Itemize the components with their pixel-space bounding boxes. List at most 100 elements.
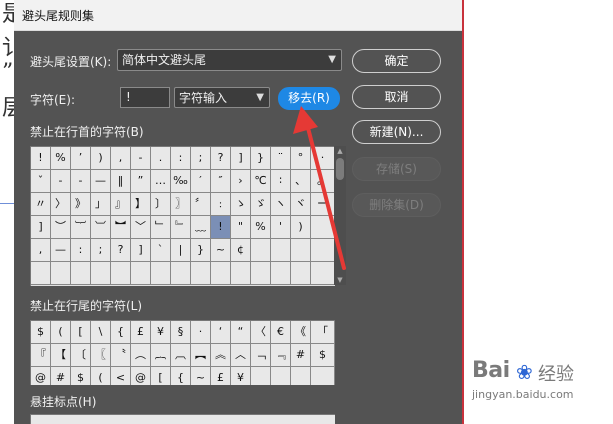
char-cell[interactable]: 。 — [311, 170, 335, 193]
char-cell[interactable]: [ — [151, 367, 171, 385]
char-cell[interactable]: ¥ — [151, 321, 171, 344]
char-cell[interactable]: 〖 — [91, 344, 111, 367]
char-cell[interactable]: ~ — [211, 239, 231, 262]
char-cell[interactable] — [271, 262, 291, 285]
char-cell[interactable]: - — [51, 170, 71, 193]
char-cell[interactable]: ; — [191, 147, 211, 170]
char-cell[interactable] — [311, 216, 335, 239]
char-cell[interactable]: - — [131, 147, 151, 170]
char-cell[interactable]: | — [171, 239, 191, 262]
char-cell[interactable]: ( — [91, 367, 111, 385]
char-cell[interactable]: ‰ — [171, 170, 191, 193]
char-cell[interactable]: “ — [231, 321, 251, 344]
char-cell[interactable]: ﹕ — [211, 193, 231, 216]
char-cell[interactable]: ︺ — [91, 216, 111, 239]
char-cell[interactable]: : — [171, 147, 191, 170]
char-cell[interactable]: ) — [91, 147, 111, 170]
char-cell[interactable]: £ — [211, 367, 231, 385]
char-cell[interactable] — [251, 262, 271, 285]
char-cell[interactable]: 、 — [291, 170, 311, 193]
char-cell[interactable] — [71, 262, 91, 285]
char-cell[interactable]: · — [311, 147, 335, 170]
char-cell[interactable]: 〈 — [251, 321, 271, 344]
cancel-button[interactable]: 取消 — [352, 85, 441, 109]
char-cell[interactable]: 〃 — [31, 193, 51, 216]
char-cell[interactable]: ﹏ — [191, 216, 211, 239]
char-cell[interactable]: ″ — [211, 170, 231, 193]
char-cell[interactable]: ︶ — [51, 216, 71, 239]
char-cell[interactable]: ﹁ — [251, 344, 271, 367]
char-cell[interactable] — [311, 367, 335, 385]
char-cell[interactable]: ' — [271, 216, 291, 239]
char-cell[interactable]: ℃ — [251, 170, 271, 193]
char-cell[interactable]: , — [111, 147, 131, 170]
char-cell[interactable]: 〗 — [171, 193, 191, 216]
char-cell[interactable] — [271, 239, 291, 262]
char-cell[interactable]: ー — [311, 193, 335, 216]
char-cell[interactable]: # — [291, 344, 311, 367]
char-cell[interactable]: ¨ — [271, 147, 291, 170]
char-cell[interactable]: › — [231, 170, 251, 193]
char-cell[interactable]: " — [231, 216, 251, 239]
char-cell[interactable]: , — [31, 239, 51, 262]
char-cell[interactable]: - — [71, 170, 91, 193]
not-end-grid[interactable]: $([\{£ ¥ § · ‘“〈 € 《「『【〔〖〝 ︵ ︷ ︹ ︻ ︽ ︿ ﹁ ﹃ # $ @ # $(< @[{~ £… — [30, 320, 335, 385]
ok-button[interactable]: 确定 — [352, 49, 441, 73]
char-cell[interactable]: ∶ — [271, 170, 291, 193]
char-cell[interactable]: ゝ — [231, 193, 251, 216]
char-cell[interactable] — [51, 262, 71, 285]
char-cell[interactable]: ゞ — [251, 193, 271, 216]
char-cell[interactable] — [131, 262, 151, 285]
char-cell[interactable]: ! — [211, 216, 231, 239]
hanging-grid[interactable] — [30, 414, 335, 424]
char-cell[interactable]: @ — [31, 367, 51, 385]
char-cell[interactable] — [31, 262, 51, 285]
char-cell[interactable]: ︹ — [171, 344, 191, 367]
char-cell[interactable] — [231, 262, 251, 285]
char-cell[interactable] — [91, 262, 111, 285]
char-cell[interactable] — [191, 262, 211, 285]
char-cell[interactable]: % — [51, 147, 71, 170]
char-cell[interactable]: ’ — [71, 147, 91, 170]
char-cell[interactable]: ︿ — [231, 344, 251, 367]
char-cell[interactable] — [291, 262, 311, 285]
char-cell[interactable]: ] — [31, 216, 51, 239]
input-mode-select[interactable]: 字符输入 ▼ — [174, 87, 270, 108]
char-cell[interactable]: 〉 — [51, 193, 71, 216]
char-cell[interactable]: : — [71, 239, 91, 262]
char-cell[interactable]: 》 — [71, 193, 91, 216]
char-cell[interactable]: < — [111, 367, 131, 385]
char-cell[interactable]: ) — [291, 216, 311, 239]
char-cell[interactable]: ヽ — [271, 193, 291, 216]
char-cell[interactable]: \ — [91, 321, 111, 344]
char-cell[interactable] — [251, 239, 271, 262]
char-input[interactable]: ! — [120, 87, 170, 108]
char-cell[interactable]: ︽ — [211, 344, 231, 367]
char-cell[interactable] — [251, 367, 271, 385]
char-cell[interactable]: ? — [211, 147, 231, 170]
char-cell[interactable]: — — [91, 170, 111, 193]
char-cell[interactable]: ︸ — [71, 216, 91, 239]
char-cell[interactable]: ° — [291, 147, 311, 170]
char-cell[interactable]: { — [171, 367, 191, 385]
char-cell[interactable]: ¢ — [231, 239, 251, 262]
save-button[interactable]: 存储(S) — [352, 157, 441, 181]
char-cell[interactable]: ヾ — [291, 193, 311, 216]
char-cell[interactable]: 《 — [291, 321, 311, 344]
char-cell[interactable]: € — [271, 321, 291, 344]
char-cell[interactable]: $ — [31, 321, 51, 344]
char-cell[interactable] — [271, 367, 291, 385]
char-cell[interactable]: £ — [131, 321, 151, 344]
char-cell[interactable]: 』 — [111, 193, 131, 216]
char-cell[interactable] — [291, 367, 311, 385]
char-cell[interactable]: ? — [111, 239, 131, 262]
char-cell[interactable]: ﹃ — [271, 344, 291, 367]
char-cell[interactable]: } — [191, 239, 211, 262]
char-cell[interactable]: ] — [131, 239, 151, 262]
char-cell[interactable]: ﹄ — [171, 216, 191, 239]
scroll-down-icon[interactable]: ▼ — [335, 276, 345, 284]
char-cell[interactable] — [171, 262, 191, 285]
char-cell[interactable]: 「 — [311, 321, 335, 344]
char-cell[interactable]: ︼ — [111, 216, 131, 239]
char-cell[interactable] — [311, 239, 335, 262]
